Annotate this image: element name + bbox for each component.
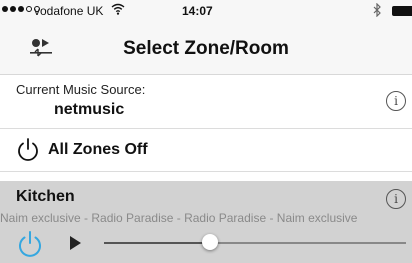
battery-icon (392, 6, 412, 16)
info-icon[interactable]: i (386, 91, 406, 111)
info-icon[interactable]: i (386, 189, 406, 209)
status-time: 14:07 (182, 4, 213, 18)
signal-dot (18, 6, 24, 12)
power-icon[interactable] (16, 230, 44, 258)
current-source-row[interactable]: Current Music Source: netmusic i (0, 75, 412, 129)
all-zones-off-button[interactable]: All Zones Off (0, 129, 412, 172)
play-icon[interactable] (68, 235, 82, 251)
signal-dot (26, 6, 32, 12)
carrier-name: vodafone UK (34, 4, 104, 18)
page-title: Select Zone/Room (123, 38, 289, 59)
power-icon (18, 138, 38, 161)
zone-card-kitchen[interactable]: Kitchen i Naim exclusive - Radio Paradis… (0, 181, 412, 263)
now-playing-text: Naim exclusive - Radio Paradise - Radio … (0, 211, 358, 225)
volume-slider-thumb[interactable] (202, 234, 218, 250)
volume-slider-fill (104, 242, 210, 244)
current-source-label: Current Music Source: (16, 82, 146, 97)
all-zones-off-label: All Zones Off (48, 141, 148, 158)
status-bar: vodafone UK 14:07 (0, 0, 412, 22)
zone-name: Kitchen (16, 188, 75, 205)
current-source-value: netmusic (54, 101, 125, 118)
volume-slider[interactable] (104, 234, 406, 250)
section-spacer (0, 172, 412, 181)
signal-dot (2, 6, 8, 12)
bluetooth-icon (372, 2, 382, 20)
signal-dot (10, 6, 16, 12)
nav-bar: Select Zone/Room (0, 22, 412, 75)
wifi-icon (111, 3, 125, 18)
